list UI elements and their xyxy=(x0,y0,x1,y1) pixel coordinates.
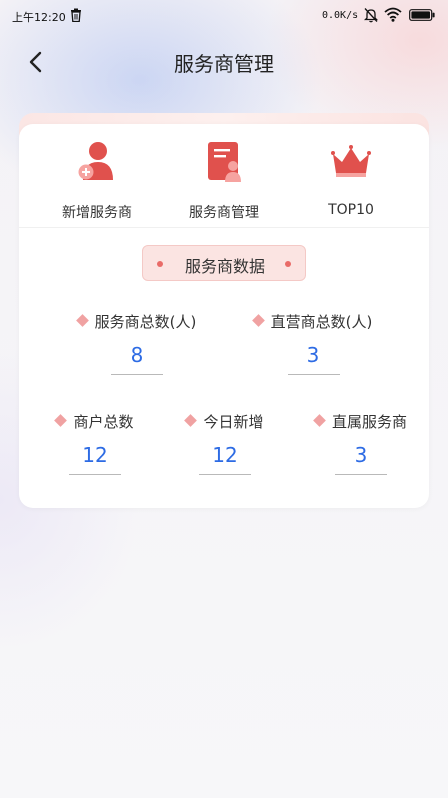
diamond-icon xyxy=(313,414,326,427)
bell-muted-icon xyxy=(364,8,378,23)
diamond-icon xyxy=(75,314,89,327)
page-title: 服务商管理 xyxy=(174,52,274,76)
battery-icon xyxy=(409,9,435,21)
stat-value: 12 xyxy=(82,443,108,467)
quick-action-label: TOP10 xyxy=(328,202,374,218)
section-title: 服务商数据 xyxy=(184,257,265,276)
top10-button[interactable]: TOP10 xyxy=(291,134,411,224)
badge-dot xyxy=(285,261,291,267)
network-speed: 0.0K/s xyxy=(322,10,359,21)
status-bar: 上午12:20 0.0K/s xyxy=(0,0,448,32)
quick-action-label: 服务商管理 xyxy=(189,205,259,221)
stat-value: 8 xyxy=(130,343,144,367)
underline xyxy=(199,474,251,475)
underline xyxy=(288,374,340,375)
underline xyxy=(335,474,387,475)
add-provider-button[interactable]: 新增服务商 xyxy=(37,134,157,224)
wifi-icon xyxy=(384,7,402,22)
quick-actions: 新增服务商 服务商管理 TOP10 xyxy=(19,124,429,226)
section-title-badge: 服务商数据 xyxy=(142,245,306,281)
status-time: 上午12:20 xyxy=(12,11,66,24)
stat-label: 今日新增 xyxy=(203,413,264,431)
diamond-icon xyxy=(54,414,68,427)
quick-action-label: 新增服务商 xyxy=(62,205,132,221)
crown-icon xyxy=(331,145,371,177)
stat-value: 3 xyxy=(354,443,368,467)
trash-icon xyxy=(71,8,81,22)
document-user-icon xyxy=(208,142,241,182)
add-user-icon xyxy=(78,142,113,180)
diamond-icon xyxy=(184,414,198,427)
stat-value: 3 xyxy=(306,343,320,367)
underline xyxy=(111,374,163,375)
divider xyxy=(19,227,429,228)
back-button[interactable] xyxy=(20,46,52,78)
stat-value: 12 xyxy=(212,443,238,467)
diamond-icon xyxy=(251,314,265,327)
chevron-left-icon xyxy=(29,51,42,73)
stat-label: 直营商总数(人) xyxy=(270,313,373,331)
nav-bar: 服务商管理 xyxy=(0,38,448,84)
manage-provider-button[interactable]: 服务商管理 xyxy=(164,134,284,224)
stat-label: 商户总数 xyxy=(73,413,134,431)
stat-label: 直属服务商 xyxy=(331,413,407,431)
stat-label: 服务商总数(人) xyxy=(94,313,197,331)
provider-card: 新增服务商 服务商管理 TOP10 服务商数据 服务商总数(人) 8 直营商总数… xyxy=(19,124,429,508)
underline xyxy=(69,474,121,475)
